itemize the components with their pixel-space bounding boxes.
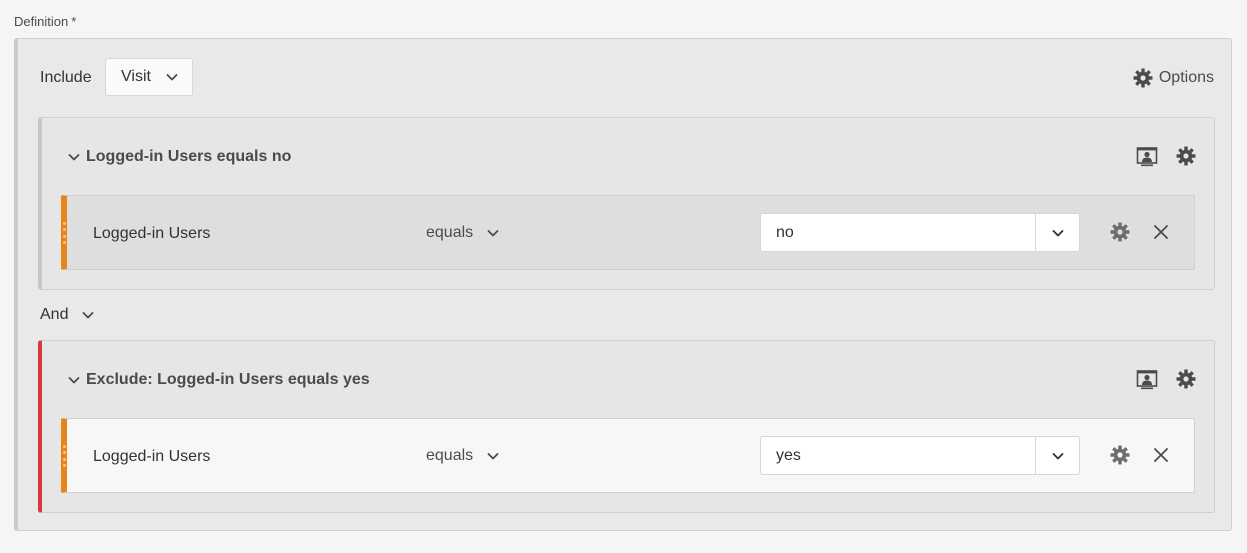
required-marker: *	[71, 14, 77, 29]
container-title[interactable]: Exclude: Logged-in Users equals yes	[68, 371, 370, 389]
logic-operator-dropdown[interactable]: And	[40, 306, 94, 324]
value-input[interactable]: no	[776, 224, 794, 242]
container-exclude-logged-in-yes: Exclude: Logged-in Users equals yes Logg…	[38, 340, 1215, 513]
options-label: Options	[1158, 69, 1214, 86]
logic-operator-label: And	[40, 306, 69, 323]
operator-dropdown[interactable]: equals	[426, 447, 499, 465]
container-title-text: Logged-in Users equals no	[86, 148, 292, 165]
operator-label: equals	[426, 447, 474, 464]
gear-icon[interactable]	[1110, 222, 1130, 247]
gear-icon	[1133, 68, 1153, 88]
drag-grip-icon[interactable]	[61, 222, 67, 244]
close-icon[interactable]	[1153, 224, 1169, 245]
segment-definition-panel: Include Visit Options Logged-in Users eq…	[14, 38, 1232, 531]
value-input[interactable]: yes	[776, 447, 801, 465]
definition-label: Definition *	[14, 14, 76, 29]
include-label: Include	[40, 69, 92, 86]
container-actions	[1118, 368, 1196, 390]
screen-user-icon[interactable]	[1136, 145, 1158, 167]
container-title-text: Exclude: Logged-in Users equals yes	[86, 371, 370, 388]
value-combobox[interactable]: no	[760, 213, 1080, 252]
value-dropdown-button[interactable]	[1035, 437, 1079, 474]
rule-dimension: Logged-in Users	[93, 225, 211, 242]
rule-dimension: Logged-in Users	[93, 448, 211, 465]
chevron-down-icon	[487, 230, 499, 237]
container-actions	[1118, 145, 1196, 167]
drag-grip-icon[interactable]	[61, 445, 67, 467]
chevron-down-icon	[1052, 452, 1063, 459]
chevron-down-icon	[83, 312, 94, 319]
close-icon[interactable]	[1153, 447, 1169, 468]
operator-label: equals	[426, 224, 474, 241]
rule-row: Logged-in Users equals yes	[61, 418, 1195, 493]
chevron-down-icon	[166, 74, 178, 81]
gear-icon[interactable]	[1176, 369, 1196, 389]
gear-icon[interactable]	[1176, 146, 1196, 166]
chevron-down-icon	[1052, 229, 1063, 236]
chevron-down-icon	[487, 453, 499, 460]
operator-dropdown[interactable]: equals	[426, 224, 499, 242]
scope-dropdown-value: Visit	[121, 68, 151, 85]
container-logged-in-no: Logged-in Users equals no Logged-in User…	[38, 117, 1215, 290]
chevron-down-icon[interactable]	[68, 374, 80, 386]
options-button[interactable]: Options	[1133, 68, 1214, 88]
gear-icon[interactable]	[1110, 445, 1130, 470]
definition-label-text: Definition	[14, 14, 69, 29]
value-combobox[interactable]: yes	[760, 436, 1080, 475]
rule-row: Logged-in Users equals no	[61, 195, 1195, 270]
screen-user-icon[interactable]	[1136, 368, 1158, 390]
value-dropdown-button[interactable]	[1035, 214, 1079, 251]
scope-dropdown[interactable]: Visit	[105, 58, 193, 96]
chevron-down-icon[interactable]	[68, 151, 80, 163]
container-title[interactable]: Logged-in Users equals no	[68, 148, 291, 166]
